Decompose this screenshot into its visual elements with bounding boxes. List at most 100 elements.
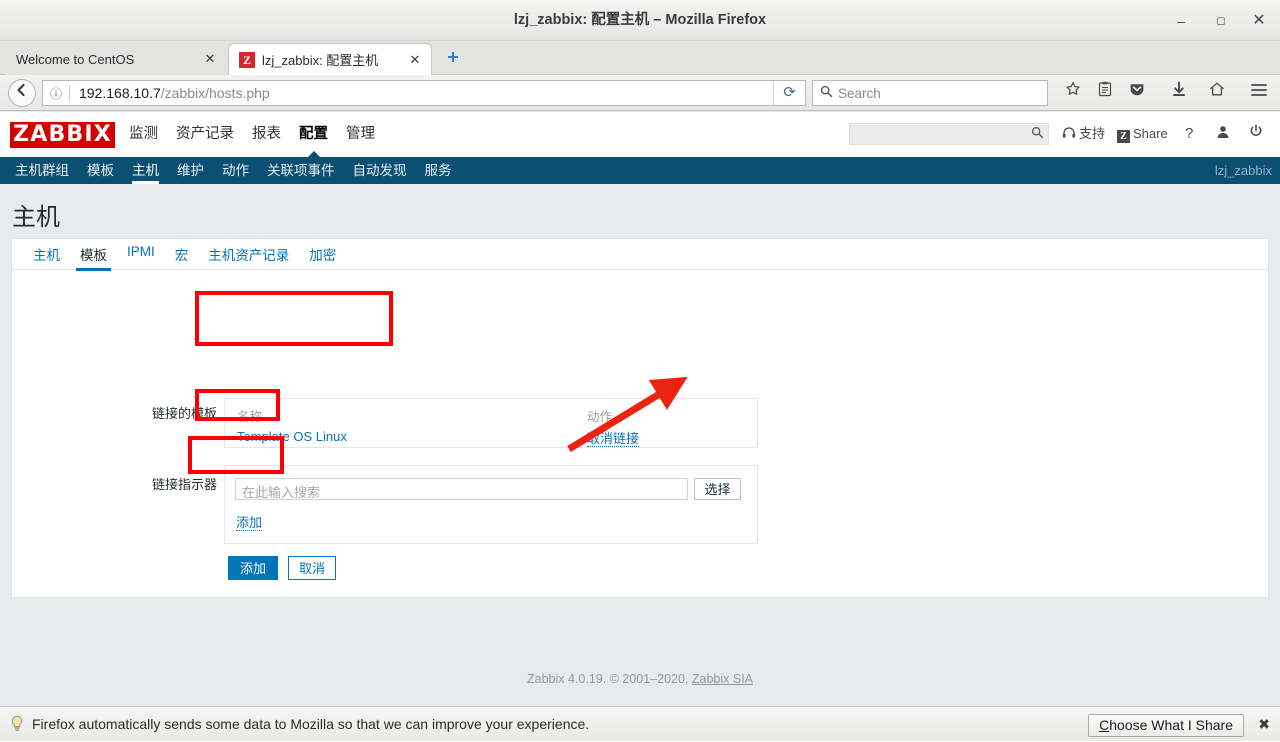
- logged-in-user-label: lzj_zabbix: [1214, 163, 1272, 178]
- url-text: 192.168.10.7/zabbix/hosts.php: [70, 85, 773, 101]
- help-link[interactable]: ?: [1185, 123, 1193, 145]
- browser-search-bar[interactable]: Search: [812, 80, 1048, 106]
- zabbix-sub-menu-bar: 主机群组 模板 主机 维护 动作 关联项事件 自动发现 服务 lzj_zabbi…: [0, 157, 1280, 184]
- zabbix-footer: Zabbix 4.0.19. © 2001–2020, Zabbix SIA: [0, 672, 1280, 686]
- linked-templates-label: 链接的模板: [151, 406, 217, 421]
- window-close-button[interactable]: ✕: [1248, 10, 1270, 32]
- submenu-item-templates[interactable]: 模板: [78, 157, 123, 184]
- submit-add-button[interactable]: 添加: [228, 556, 278, 580]
- tab-close-icon[interactable]: ✕: [202, 51, 218, 67]
- tab-host-inventory[interactable]: 主机资产记录: [198, 239, 299, 271]
- submenu-item-actions[interactable]: 动作: [213, 157, 258, 184]
- table-header-action: 动作: [587, 410, 613, 424]
- submenu-item-services[interactable]: 服务: [416, 157, 461, 184]
- pocket-icon[interactable]: [1124, 81, 1150, 105]
- url-bar[interactable]: ⓘ 192.168.10.7/zabbix/hosts.php ⟳: [42, 80, 806, 106]
- add-template-link[interactable]: 添加: [236, 515, 263, 531]
- menu-item-configuration[interactable]: 配置: [290, 112, 337, 158]
- download-arrow-icon: [1173, 81, 1185, 96]
- zabbix-sub-menu: 主机群组 模板 主机 维护 动作 关联项事件 自动发现 服务: [6, 157, 461, 184]
- table-row-action: 取消链接: [587, 428, 640, 448]
- share-badge-icon: Z: [1117, 130, 1130, 143]
- support-link[interactable]: 支持: [1062, 123, 1105, 145]
- identity-info-icon[interactable]: ⓘ: [43, 85, 69, 102]
- tab-templates[interactable]: 模板: [70, 239, 117, 271]
- button-accesskey: C: [1099, 717, 1110, 733]
- library-icon[interactable]: [1092, 81, 1118, 105]
- linked-templates-table: 名称 动作 Template OS Linux 取消链接: [224, 398, 758, 448]
- tab-close-icon[interactable]: ✕: [407, 52, 423, 68]
- user-profile-icon[interactable]: [1216, 123, 1230, 145]
- tab-host[interactable]: 主机: [23, 239, 70, 271]
- search-icon: [820, 85, 838, 101]
- page-title: 主机: [12, 204, 60, 231]
- menu-item-reports[interactable]: 报表: [243, 112, 290, 157]
- menu-lines-icon: [1251, 84, 1267, 96]
- back-button[interactable]: [8, 79, 36, 107]
- tab-encryption[interactable]: 加密: [299, 239, 346, 271]
- new-tab-icon[interactable]: [442, 49, 464, 71]
- zabbix-main-menu: 监测 资产记录 报表 配置 管理: [120, 112, 384, 158]
- submenu-item-maintenance[interactable]: 维护: [168, 157, 213, 184]
- submenu-item-discovery[interactable]: 自动发现: [344, 157, 416, 184]
- tab-label: lzj_zabbix: 配置主机: [262, 53, 379, 68]
- reload-icon[interactable]: ⟳: [773, 81, 805, 105]
- link-indicator-box: 在此输入搜索 选择 添加: [224, 465, 758, 544]
- zabbix-favicon: Z: [239, 51, 255, 68]
- pocket-shield-icon: [1130, 84, 1144, 96]
- hamburger-menu-icon[interactable]: [1246, 81, 1272, 105]
- firefox-notification-bar: Firefox automatically sends some data to…: [0, 706, 1280, 741]
- window-maximize-button[interactable]: ◻: [1210, 10, 1232, 32]
- house-icon: [1210, 82, 1224, 96]
- menu-item-monitoring[interactable]: 监测: [120, 112, 167, 157]
- support-label: 支持: [1079, 126, 1106, 141]
- magnifier-icon: [820, 85, 833, 98]
- magnifier-icon: [1031, 126, 1044, 139]
- zabbix-logo[interactable]: ZABBIX: [10, 122, 115, 148]
- select-button[interactable]: 选择: [694, 478, 741, 500]
- cancel-button[interactable]: 取消: [288, 556, 336, 580]
- window-minimize-button[interactable]: –: [1170, 10, 1192, 32]
- submenu-item-correlation[interactable]: 关联项事件: [258, 157, 344, 184]
- zabbix-sia-link[interactable]: Zabbix SIA: [692, 672, 753, 686]
- submenu-item-host-groups[interactable]: 主机群组: [6, 157, 78, 184]
- tab-macros[interactable]: 宏: [165, 239, 199, 271]
- tab-ipmi[interactable]: IPMI: [117, 239, 165, 266]
- notification-message: Firefox automatically sends some data to…: [32, 716, 590, 732]
- plus-icon: [448, 52, 458, 62]
- sign-out-icon[interactable]: [1249, 123, 1263, 145]
- browser-tabstrip: Welcome to CentOS ✕ Z lzj_zabbix: 配置主机 ✕: [0, 41, 1280, 75]
- link-indicator-label: 链接指示器: [151, 477, 217, 492]
- url-host: 192.168.10.7: [79, 85, 161, 101]
- template-name-link[interactable]: Template OS Linux: [237, 429, 347, 444]
- back-arrow-icon: [17, 83, 25, 97]
- bookmark-star-icon[interactable]: [1060, 81, 1086, 105]
- host-form-card: 主机 模板 IPMI 宏 主机资产记录 加密 链接的模板 名称 动作 Templ…: [11, 238, 1269, 598]
- downloads-icon[interactable]: [1166, 81, 1192, 105]
- person-icon: [1217, 126, 1229, 138]
- notification-close-icon[interactable]: ✖: [1258, 716, 1270, 733]
- template-search-input[interactable]: 在此输入搜索: [235, 478, 688, 500]
- footer-copyright: Zabbix 4.0.19. © 2001–2020,: [526, 672, 692, 686]
- window-title: lzj_zabbix: 配置主机 – Mozilla Firefox: [513, 12, 767, 28]
- choose-what-i-share-button[interactable]: Choose What I Share: [1088, 714, 1244, 737]
- table-header-name: 名称: [237, 410, 263, 424]
- add-template-row: 添加: [236, 512, 263, 532]
- search-placeholder: Search: [838, 85, 881, 101]
- browser-tab-zabbix[interactable]: Z lzj_zabbix: 配置主机 ✕: [228, 43, 432, 75]
- tab-label: Welcome to CentOS: [16, 51, 135, 67]
- home-icon[interactable]: [1204, 81, 1230, 105]
- menu-item-administration[interactable]: 管理: [337, 112, 384, 157]
- window-titlebar: lzj_zabbix: 配置主机 – Mozilla Firefox – ◻ ✕: [0, 0, 1280, 41]
- submenu-item-hosts[interactable]: 主机: [123, 157, 168, 184]
- url-path: /zabbix/hosts.php: [160, 85, 270, 101]
- bulb-icon: [11, 715, 23, 731]
- share-link[interactable]: Z Share: [1117, 123, 1168, 145]
- unlink-link[interactable]: 取消链接: [587, 431, 640, 447]
- browser-tab-centos[interactable]: Welcome to CentOS ✕: [6, 43, 226, 75]
- star-icon: [1066, 82, 1080, 95]
- menu-item-inventory[interactable]: 资产记录: [167, 112, 243, 157]
- zabbix-header: ZABBIX 监测 资产记录 报表 配置 管理 支持 Z Share ?: [0, 112, 1280, 158]
- zabbix-search-input[interactable]: [849, 123, 1049, 145]
- button-label-rest: hoose What I Share: [1109, 717, 1233, 733]
